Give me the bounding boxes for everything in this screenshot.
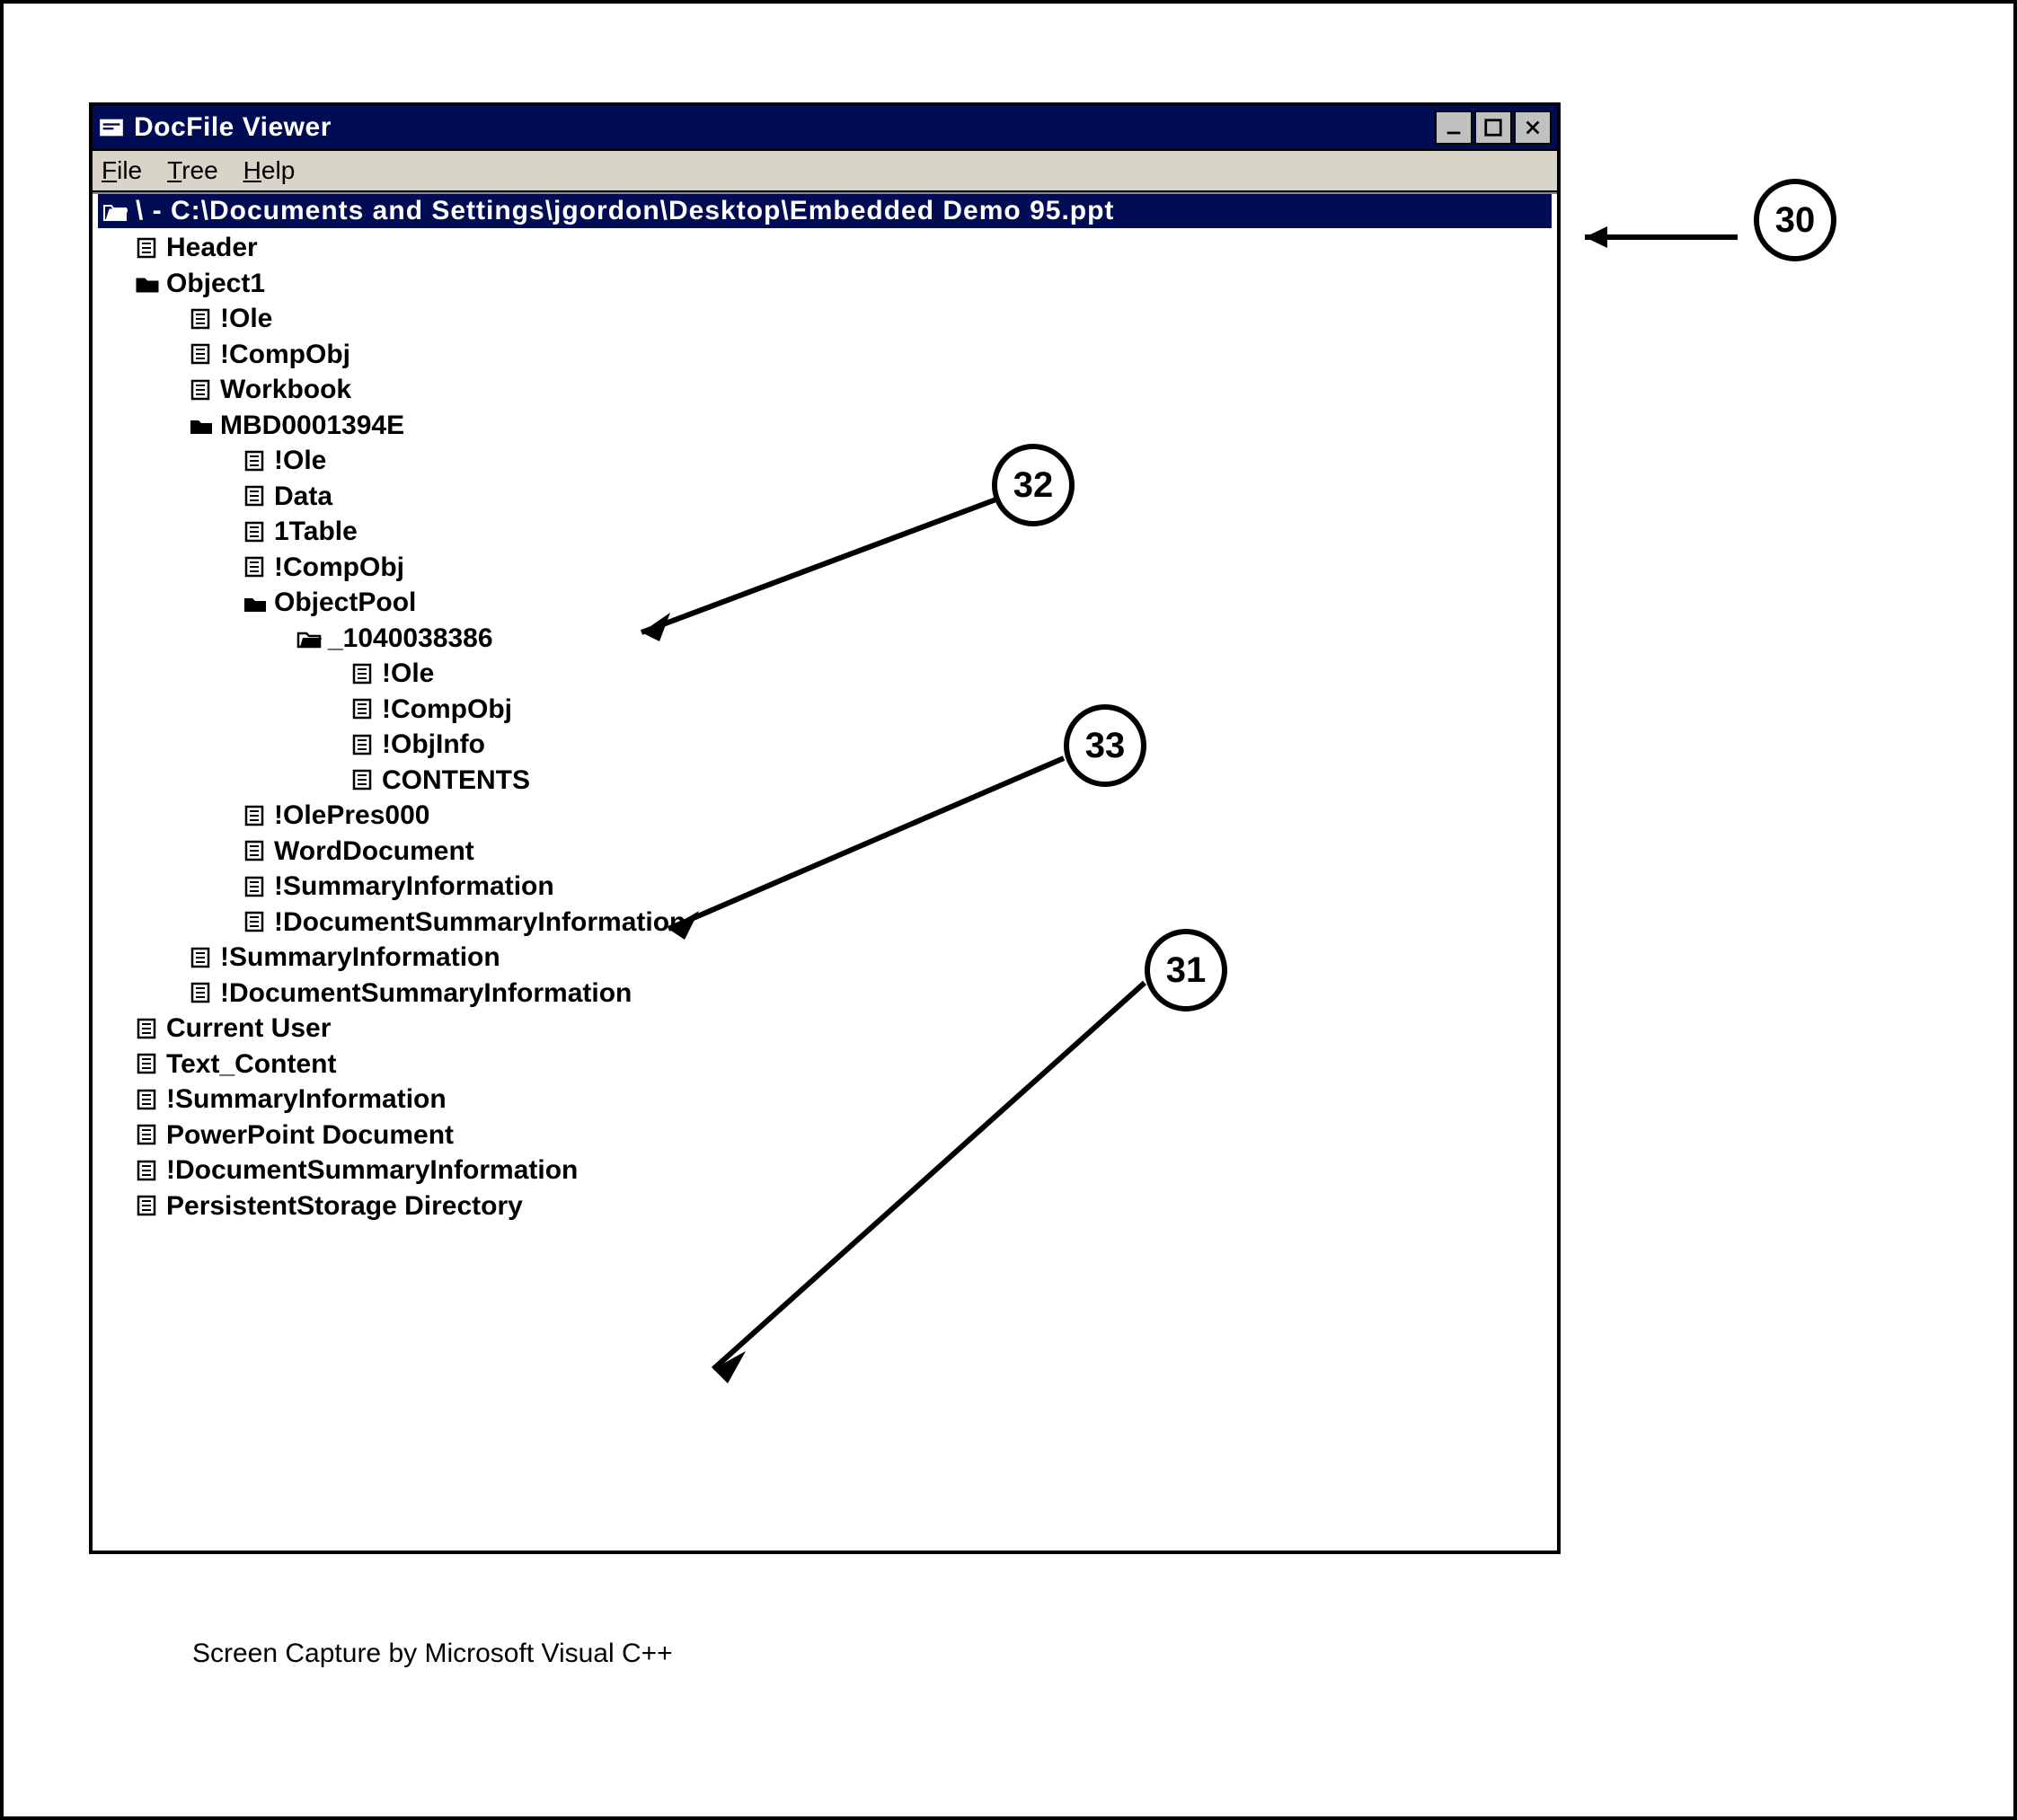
callout-arrow-33 [633, 731, 1100, 956]
tree-item-label: WordDocument [274, 835, 474, 869]
title-bar[interactable]: DocFile Viewer [93, 106, 1557, 151]
menu-bar: File Tree Help [93, 151, 1557, 192]
minimize-button[interactable] [1435, 110, 1473, 145]
callout-arrow-30 [1558, 197, 1756, 278]
tree-item-label: 1Table [274, 515, 358, 549]
tree-item[interactable]: Workbook [98, 372, 1552, 408]
stream-icon [242, 555, 269, 579]
folder-open-icon [102, 199, 128, 223]
tree-root[interactable]: \ - C:\Documents and Settings\jgordon\De… [98, 194, 1552, 228]
stream-icon [349, 768, 376, 791]
close-button[interactable] [1514, 110, 1552, 145]
callout-33: 33 [1064, 704, 1146, 787]
figure-frame: DocFile Viewer File Tree Help [0, 0, 2017, 1820]
window-buttons [1435, 110, 1552, 145]
storage-folder-icon [242, 591, 269, 614]
tree-item-label: !SummaryInformation [274, 870, 554, 904]
callout-label: 33 [1085, 726, 1126, 766]
tree-item-label: !SummaryInformation [220, 941, 500, 975]
tree-item[interactable]: !Ole [98, 656, 1552, 692]
stream-icon [134, 1194, 161, 1217]
menu-file[interactable]: File [102, 156, 142, 185]
stream-icon [242, 804, 269, 827]
storage-folder-icon [134, 271, 161, 295]
stream-icon [242, 520, 269, 543]
menu-tree[interactable]: Tree [167, 156, 218, 185]
tree-item-label: MBD0001394E [220, 409, 404, 443]
tree-item-label: !CompObj [382, 693, 512, 727]
stream-icon [188, 378, 215, 402]
stream-icon [134, 1088, 161, 1111]
tree-item-label: !DocumentSummaryInformation [220, 976, 632, 1011]
tree-item-label: Object1 [166, 267, 265, 301]
tree-item[interactable]: !Ole [98, 301, 1552, 337]
tree-item-label: !Ole [274, 444, 326, 478]
tree-item-label: !Ole [220, 302, 272, 336]
stream-icon [134, 1052, 161, 1075]
tree-item[interactable]: Object1 [98, 266, 1552, 302]
tree-item-label: !ObjInfo [382, 728, 485, 762]
tree-item-label: PersistentStorage Directory [166, 1189, 523, 1224]
callout-arrow-32 [606, 471, 1037, 650]
tree-item-label: Header [166, 231, 258, 265]
stream-icon [242, 910, 269, 933]
stream-icon [242, 839, 269, 862]
stream-icon [242, 875, 269, 898]
callout-label: 31 [1166, 950, 1207, 991]
tree-item-label: !DocumentSummaryInformation [166, 1153, 578, 1188]
callout-label: 30 [1775, 200, 1816, 241]
stream-icon [188, 946, 215, 969]
storage-folder-icon [188, 413, 215, 437]
tree-item-label: PowerPoint Document [166, 1118, 454, 1153]
tree-item-label: !SummaryInformation [166, 1082, 447, 1117]
callout-30: 30 [1754, 179, 1836, 261]
tree-item-label: ObjectPool [274, 586, 416, 620]
stream-icon [188, 981, 215, 1004]
maximize-button[interactable] [1474, 110, 1512, 145]
tree-item[interactable]: Header [98, 230, 1552, 266]
tree-item-label: !DocumentSummaryInformation [274, 906, 686, 940]
tree-item-label: !OlePres000 [274, 799, 429, 833]
window-title: DocFile Viewer [134, 112, 1435, 143]
tree-item[interactable]: MBD0001394E [98, 408, 1552, 444]
tree-root-label: \ - C:\Documents and Settings\jgordon\De… [136, 196, 1114, 226]
stream-icon [349, 697, 376, 720]
stream-icon [242, 484, 269, 508]
callout-label: 32 [1013, 465, 1054, 506]
tree-item-label: Data [274, 480, 332, 514]
tree-item[interactable]: !CompObj [98, 337, 1552, 373]
callout-32: 32 [992, 444, 1075, 526]
stream-icon [134, 236, 161, 260]
tree-item-label: Workbook [220, 373, 351, 407]
stream-icon [242, 449, 269, 473]
stream-icon [349, 662, 376, 685]
tree-item-label: _1040038386 [328, 622, 493, 656]
tree-item-label: Text_Content [166, 1047, 336, 1082]
menu-help[interactable]: Help [243, 156, 296, 185]
callout-arrow-31 [677, 956, 1181, 1396]
stream-icon [134, 1123, 161, 1146]
tree-item-label: !Ole [382, 657, 434, 691]
storage-folder-open-icon [296, 626, 323, 649]
stream-icon [134, 1017, 161, 1040]
stream-icon [349, 733, 376, 756]
tree-item-label: CONTENTS [382, 764, 530, 798]
tree-item-label: !CompObj [220, 338, 350, 372]
stream-icon [134, 1159, 161, 1182]
app-icon [98, 114, 125, 141]
stream-icon [188, 307, 215, 331]
figure-caption: Screen Capture by Microsoft Visual C++ [192, 1639, 673, 1669]
tree-item-label: !CompObj [274, 551, 404, 585]
callout-31: 31 [1145, 929, 1227, 1012]
stream-icon [188, 342, 215, 366]
tree-item-label: Current User [166, 1012, 331, 1046]
tree-item[interactable]: !CompObj [98, 692, 1552, 728]
